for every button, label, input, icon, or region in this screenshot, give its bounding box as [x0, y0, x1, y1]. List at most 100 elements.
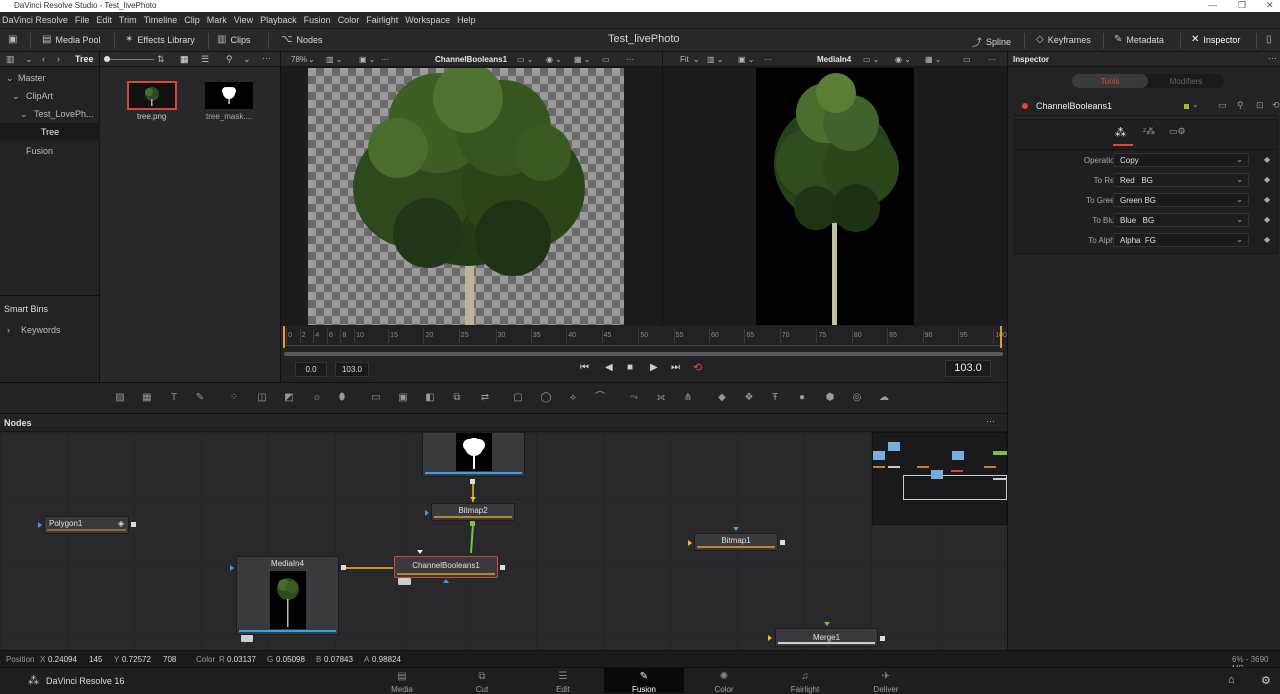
- keyframe-icon[interactable]: ◆: [1264, 235, 1270, 244]
- media-pool-button[interactable]: ▤ Media Pool: [42, 34, 100, 45]
- node-channelbooleans1[interactable]: ChannelBooleans1: [394, 556, 498, 578]
- page-color[interactable]: ✺ Color: [684, 668, 764, 694]
- output-pin[interactable]: [880, 636, 885, 641]
- roi-icon[interactable]: ◉ ⌄: [895, 55, 911, 64]
- menu-trim[interactable]: Trim: [119, 15, 137, 25]
- chevron-down-icon[interactable]: ⌄: [20, 109, 28, 120]
- page-edit[interactable]: ☰ Edit: [523, 668, 603, 694]
- mediain-canvas[interactable]: [756, 68, 914, 325]
- resize-tool-icon[interactable]: ⇄: [479, 392, 491, 404]
- gear-icon[interactable]: ⚙: [1261, 674, 1271, 687]
- image-loader-icon[interactable]: ▦: [141, 392, 153, 404]
- checker-icon[interactable]: ▭: [963, 55, 971, 64]
- lock-icon[interactable]: ⊡: [1256, 100, 1264, 111]
- effect-mask-input[interactable]: [443, 579, 449, 583]
- transform-tool-icon[interactable]: ⧉: [451, 392, 463, 404]
- chevron-down-icon[interactable]: ⌄: [693, 55, 700, 64]
- aux-channels-tab-icon[interactable]: ᶻ⁂: [1143, 126, 1159, 140]
- channel-booleans-icon[interactable]: ◧: [424, 392, 436, 404]
- node-editor[interactable]: Nodes ··· Bitmap2 Polygon1 ◈ MediaIn4 Ch…: [0, 414, 1007, 650]
- spline-button[interactable]: ⤴ Spline: [972, 34, 1011, 50]
- node-navigator[interactable]: [872, 432, 1007, 525]
- page-fusion[interactable]: ✎ Fusion: [604, 668, 684, 694]
- bspline-mask-icon[interactable]: ⌒: [594, 392, 606, 404]
- clip-thumbnail-mask[interactable]: [205, 82, 253, 109]
- more-icon[interactable]: ···: [988, 55, 996, 64]
- tool-color-icon[interactable]: [1184, 104, 1189, 109]
- current-time-field[interactable]: 103.0: [945, 360, 991, 377]
- paint-tool-icon[interactable]: ✎: [194, 392, 206, 404]
- page-media[interactable]: ▤ Media: [362, 668, 442, 694]
- menu-edit[interactable]: Edit: [96, 15, 112, 25]
- grid-view-icon[interactable]: ▦: [180, 54, 189, 65]
- sort-icon[interactable]: ⇅: [157, 54, 165, 65]
- stop-icon[interactable]: ■: [627, 362, 633, 373]
- reset-icon[interactable]: ⟲: [1272, 100, 1280, 111]
- zoom-level[interactable]: 78%: [291, 55, 307, 64]
- slider-handle[interactable]: [104, 56, 110, 62]
- output-pin[interactable]: [341, 565, 346, 570]
- settings-tab-icon[interactable]: ▭⚙: [1169, 126, 1186, 140]
- close-icon[interactable]: ✕: [1266, 0, 1274, 11]
- to-alpha-dropdown[interactable]: Alpha FG ⌄: [1113, 233, 1249, 247]
- rectangle-mask-icon[interactable]: ▢: [512, 392, 524, 404]
- page-cut[interactable]: ⧉ Cut: [442, 668, 522, 694]
- panel-toggle-icon[interactable]: ▣: [8, 34, 17, 45]
- bin-clipart[interactable]: ClipArt: [26, 91, 53, 101]
- list-icon[interactable]: ☰: [201, 54, 209, 65]
- polygon-mask-icon[interactable]: ⟡: [567, 392, 579, 404]
- chevron-down-icon[interactable]: ⌄: [6, 73, 14, 84]
- global-start-field[interactable]: 0.0: [295, 362, 327, 377]
- inspector-button[interactable]: ✕ Inspector: [1191, 34, 1240, 45]
- menu-help[interactable]: Help: [457, 15, 476, 25]
- view-options-icon[interactable]: ▥ ⌄: [326, 55, 342, 64]
- play-reverse-icon[interactable]: ◀: [605, 362, 613, 373]
- menu-playback[interactable]: Playback: [260, 15, 297, 25]
- menu-file[interactable]: File: [75, 15, 90, 25]
- node-mediain4[interactable]: MediaIn4: [236, 556, 339, 635]
- tool-enable-icon[interactable]: [1022, 103, 1028, 109]
- menu-fairlight[interactable]: Fairlight: [366, 15, 398, 25]
- planar-tracker-icon[interactable]: ⟗: [655, 392, 667, 404]
- chevron-down-icon[interactable]: ⌄: [12, 91, 20, 102]
- keyframes-button[interactable]: ◇ Keyframes: [1036, 34, 1091, 45]
- menu-fusion[interactable]: Fusion: [304, 15, 331, 25]
- node-merge1[interactable]: Merge1: [775, 628, 878, 647]
- output-pin[interactable]: [131, 522, 136, 527]
- checker-icon[interactable]: ▭: [602, 55, 610, 64]
- node-bitmap2[interactable]: Bitmap2: [431, 503, 515, 521]
- bin-master[interactable]: Master: [18, 73, 46, 83]
- shape3d-icon[interactable]: ◆: [716, 392, 728, 404]
- list-view-icon[interactable]: ▥: [6, 54, 15, 65]
- clip-thumbnail-tree[interactable]: [127, 81, 177, 110]
- text-tool-icon[interactable]: T: [168, 392, 180, 404]
- channels-tab-icon[interactable]: ⁂: [1115, 126, 1129, 140]
- home-icon[interactable]: ⌂: [1228, 674, 1235, 686]
- menu-color[interactable]: Color: [338, 15, 360, 25]
- brightness-icon[interactable]: ☼: [311, 392, 323, 404]
- menu-timeline[interactable]: Timeline: [144, 15, 178, 25]
- renderer3d-icon[interactable]: ●: [796, 392, 808, 404]
- color-corrector-icon[interactable]: ◩: [283, 392, 295, 404]
- bin-keywords[interactable]: Keywords: [21, 325, 61, 335]
- node-toggle[interactable]: [398, 578, 411, 585]
- chevron-right-icon[interactable]: ›: [7, 325, 10, 335]
- view-options-icon[interactable]: ▥ ⌄: [707, 55, 723, 64]
- chevron-down-icon[interactable]: ⌄: [1192, 100, 1199, 109]
- menu-davinci[interactable]: DaVinci Resolve: [2, 15, 68, 25]
- clips-button[interactable]: ▥ Clips: [217, 34, 250, 45]
- versions-icon[interactable]: ▭: [1218, 100, 1227, 111]
- output-pin[interactable]: [780, 540, 785, 545]
- keyframe-icon[interactable]: ◆: [1264, 195, 1270, 204]
- more-icon[interactable]: ···: [626, 55, 634, 64]
- render-start-marker[interactable]: [283, 326, 285, 348]
- ellipse-mask-icon[interactable]: ◯: [540, 392, 552, 404]
- minimize-icon[interactable]: —: [1208, 0, 1217, 10]
- page-fairlight[interactable]: ♫ Fairlight: [765, 668, 845, 694]
- lut-icon[interactable]: ▦ ⌄: [925, 55, 941, 64]
- more-icon[interactable]: ···: [262, 53, 271, 63]
- merge3d-icon[interactable]: ❖: [743, 392, 755, 404]
- to-red-dropdown[interactable]: Red BG ⌄: [1113, 173, 1249, 187]
- loop-icon[interactable]: ⟲: [693, 361, 702, 374]
- keyframe-icon[interactable]: ◆: [1264, 175, 1270, 184]
